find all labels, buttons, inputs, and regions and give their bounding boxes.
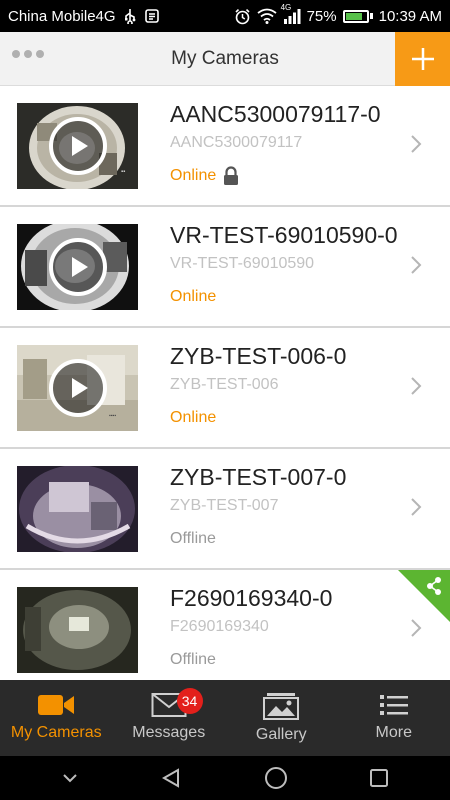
camera-thumbnail[interactable]: ▪▪: [17, 103, 138, 189]
camera-row[interactable]: ZYB-TEST-007-0 ZYB-TEST-007 Offline: [0, 449, 450, 570]
camera-id: F2690169340: [170, 618, 269, 635]
usb-icon: [122, 8, 138, 24]
camera-row[interactable]: ▪▪ AANC5300079117-0 AANC5300079117 Onlin…: [0, 86, 450, 207]
page-title: My Cameras: [171, 47, 279, 69]
camera-row[interactable]: ▪▪▪▪ ZYB-TEST-006-0 ZYB-TEST-006 Online: [0, 328, 450, 449]
status-bar: China Mobile4G 4G 75% 10:39 AM: [0, 0, 450, 32]
camera-id: VR-TEST-69010590: [170, 255, 315, 272]
camera-name: ZYB-TEST-007-0: [170, 464, 347, 490]
alarm-icon: [234, 8, 251, 25]
chevron-right-icon[interactable]: [410, 255, 422, 280]
camera-row[interactable]: VR-TEST-69010590-0 VR-TEST-69010590 Onli…: [0, 207, 450, 328]
carrier-label: China Mobile4G: [8, 7, 116, 25]
camera-status: Offline: [170, 651, 216, 668]
tab-messages[interactable]: 34 Messages: [113, 680, 226, 756]
camera-id: AANC5300079117: [170, 134, 303, 151]
chevron-down-icon[interactable]: [61, 772, 79, 784]
lock-icon: [222, 166, 240, 191]
camera-status: Online: [170, 409, 217, 426]
system-nav-bar: [0, 756, 450, 800]
unread-badge: 34: [176, 688, 203, 714]
camera-status: Offline: [170, 530, 216, 547]
play-icon[interactable]: [48, 238, 107, 296]
tab-more[interactable]: More: [338, 680, 450, 756]
gallery-icon: [263, 693, 300, 720]
battery-icon: [342, 9, 373, 23]
tab-gallery[interactable]: Gallery: [225, 680, 338, 756]
camera-list: ▪▪ AANC5300079117-0 AANC5300079117 Onlin…: [0, 86, 450, 680]
tab-my-cameras[interactable]: My Cameras: [0, 680, 113, 756]
tab-label: More: [375, 724, 412, 741]
svg-text:▪▪: ▪▪: [121, 169, 125, 175]
tab-label: Gallery: [255, 726, 307, 743]
camera-status: Online: [170, 167, 217, 184]
plus-icon: [411, 48, 434, 70]
notification-icon: [144, 8, 160, 24]
camera-thumbnail[interactable]: [17, 587, 138, 673]
camera-thumbnail[interactable]: [17, 466, 138, 552]
play-icon[interactable]: [48, 117, 107, 175]
tab-label: My Cameras: [10, 724, 102, 741]
home-icon[interactable]: [264, 766, 288, 790]
add-camera-button[interactable]: [395, 32, 450, 86]
app-header: My Cameras: [0, 32, 450, 86]
chevron-right-icon[interactable]: [410, 497, 422, 522]
tab-label: Messages: [132, 724, 206, 741]
svg-text:▪▪▪▪: ▪▪▪▪: [109, 413, 116, 419]
back-icon[interactable]: [160, 767, 182, 789]
video-camera-icon: [38, 695, 75, 715]
camera-id: ZYB-TEST-007: [170, 497, 279, 514]
battery-percent: 75%: [306, 7, 337, 25]
bottom-tab-bar: My Cameras 34 Messages Gallery More: [0, 680, 450, 756]
recents-icon[interactable]: [369, 768, 389, 788]
camera-thumbnail[interactable]: ▪▪▪▪: [17, 345, 138, 431]
wifi-icon: [257, 8, 277, 24]
network-type-label: 4G: [280, 3, 292, 12]
list-icon: [379, 695, 408, 715]
more-dots-icon[interactable]: [12, 50, 44, 58]
clock: 10:39 AM: [378, 7, 442, 25]
camera-name: AANC5300079117-0: [170, 101, 381, 127]
camera-id: ZYB-TEST-006: [170, 376, 279, 393]
play-icon[interactable]: [48, 359, 107, 417]
camera-thumbnail[interactable]: [17, 224, 138, 310]
chevron-right-icon[interactable]: [410, 134, 422, 159]
chevron-right-icon[interactable]: [410, 376, 422, 401]
shared-badge: [398, 570, 450, 622]
camera-row[interactable]: F2690169340-0 F2690169340 Offline: [0, 570, 450, 680]
camera-name: F2690169340-0: [170, 585, 333, 611]
signal-icon: 4G: [281, 3, 301, 24]
camera-status: Online: [170, 288, 217, 305]
camera-name: VR-TEST-69010590-0: [170, 222, 398, 248]
camera-name: ZYB-TEST-006-0: [170, 343, 347, 369]
